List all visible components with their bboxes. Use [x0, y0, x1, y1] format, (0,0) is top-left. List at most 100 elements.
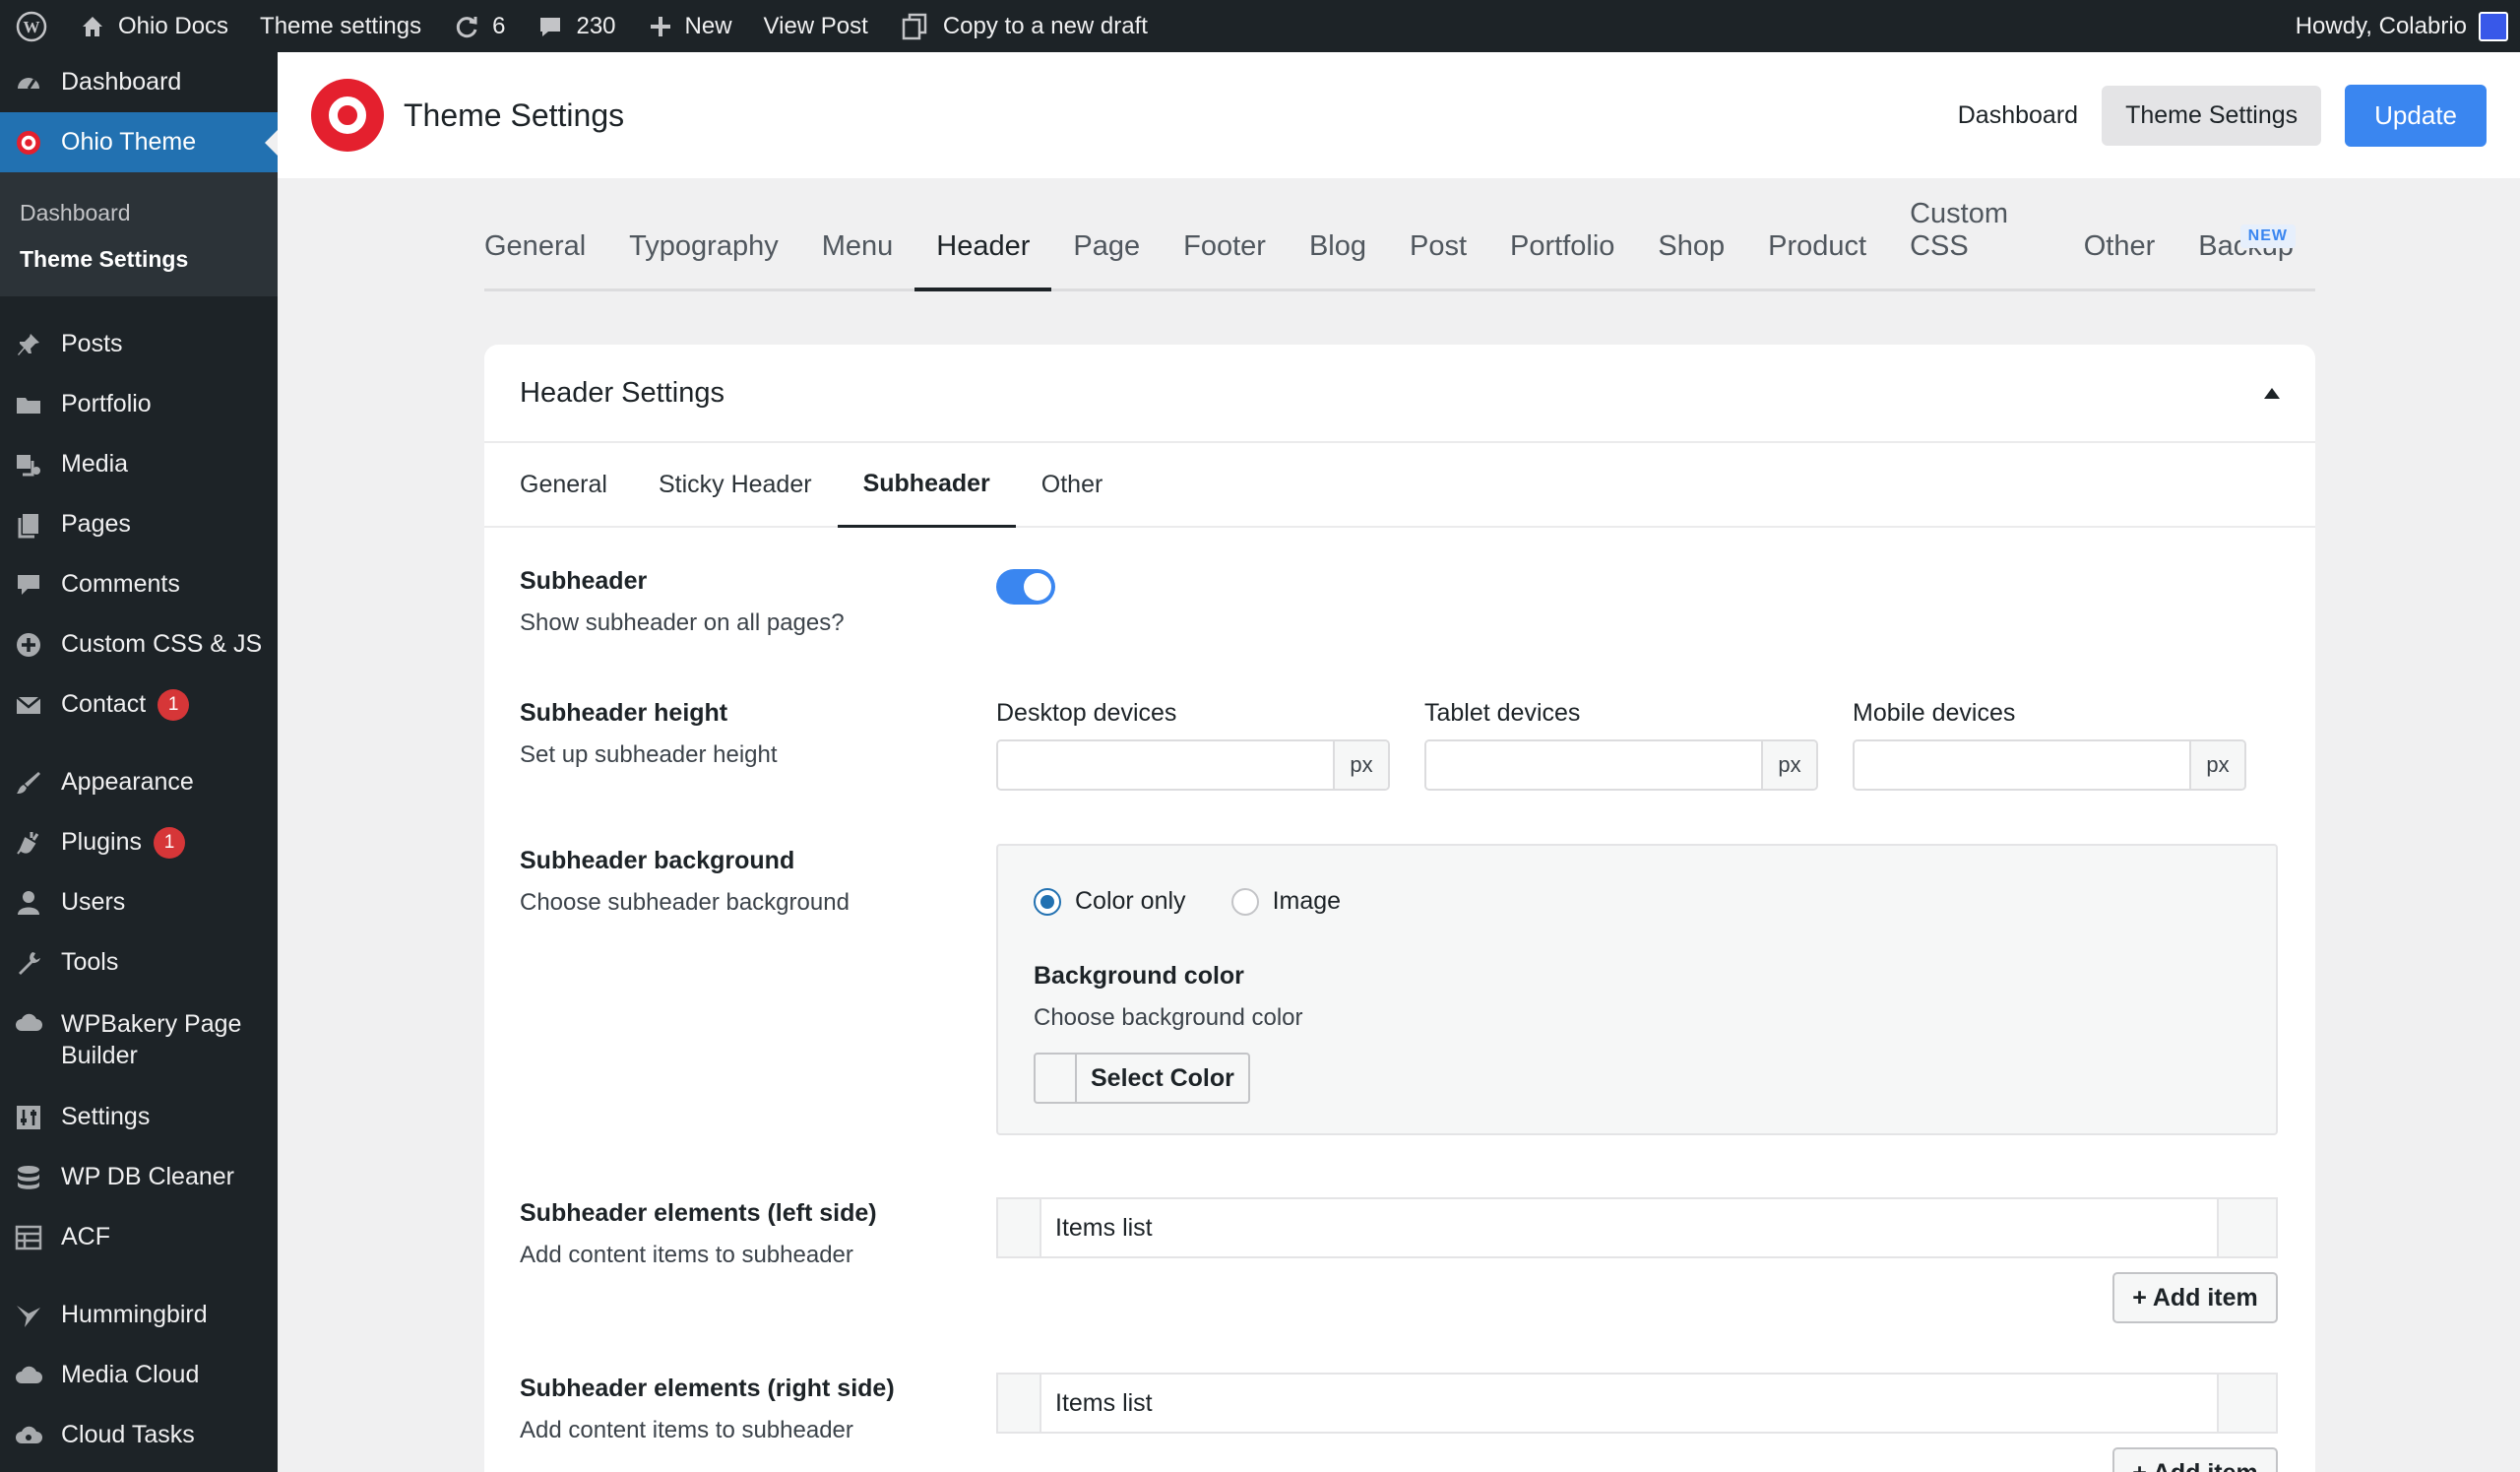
drag-handle[interactable] — [998, 1375, 1041, 1432]
collapse-arrow-icon[interactable] — [2264, 387, 2280, 399]
settings-sliders-icon — [14, 1103, 43, 1132]
tab-page[interactable]: Page — [1051, 230, 1162, 288]
subheader-desc: Show subheader on all pages? — [520, 609, 845, 636]
tab-custom-css[interactable]: Custom CSS — [1888, 198, 2062, 288]
refresh-icon — [457, 16, 477, 37]
sidebar-item-dashboard[interactable]: Dashboard — [0, 52, 278, 112]
right-elements-row: Subheader elements (right side) Add cont… — [520, 1375, 895, 1443]
wrench-icon — [14, 948, 43, 978]
sidebar-item-plugins[interactable]: Plugins 1 — [0, 812, 278, 872]
subtab-subheader[interactable]: Subheader — [837, 443, 1016, 528]
tablet-height-input[interactable] — [1426, 741, 1761, 789]
tab-footer[interactable]: Footer — [1162, 230, 1288, 288]
comments-count: 230 — [576, 12, 616, 39]
submenu-item-theme-settings[interactable]: Theme Settings — [0, 236, 278, 283]
tab-backup[interactable]: NEW Backup — [2176, 224, 2315, 288]
update-button[interactable]: Update — [2345, 84, 2487, 147]
background-color-label: Background color — [1034, 962, 1244, 990]
pages-icon — [14, 510, 43, 540]
ohio-logo — [311, 79, 384, 152]
sidebar-item-media[interactable]: Media — [0, 434, 278, 494]
height-row: Subheader height Set up subheader height — [520, 699, 778, 768]
wordpress-logo-icon: W — [16, 11, 47, 41]
sidebar-item-acf[interactable]: ACF — [0, 1207, 278, 1267]
user-icon — [14, 888, 43, 918]
sidebar-item-wp-db-cleaner[interactable]: WP DB Cleaner — [0, 1147, 278, 1207]
settings-tabs: General Typography Menu Header Page Foot… — [484, 198, 2315, 291]
subheader-toggle[interactable] — [996, 569, 1055, 605]
page-title: Theme Settings — [404, 96, 625, 133]
tab-general[interactable]: General — [484, 230, 607, 288]
tab-header[interactable]: Header — [914, 230, 1052, 291]
sidebar-item-pages[interactable]: Pages — [0, 494, 278, 554]
new-content-link[interactable]: New — [632, 0, 748, 52]
tab-other[interactable]: Other — [2062, 230, 2177, 288]
left-items-list[interactable]: Items list — [996, 1197, 2278, 1258]
sidebar-item-portfolio[interactable]: Portfolio — [0, 374, 278, 434]
updates-count: 6 — [492, 12, 506, 39]
wp-logo-button[interactable]: W — [0, 0, 63, 52]
plugin-icon — [14, 828, 43, 858]
contact-badge: 1 — [158, 688, 190, 721]
tab-product[interactable]: Product — [1746, 230, 1888, 288]
sidebar-item-ohio-theme[interactable]: Ohio Theme — [0, 112, 278, 172]
mobile-height-input[interactable] — [1855, 741, 2189, 789]
sidebar-item-comments[interactable]: Comments — [0, 554, 278, 614]
tab-post[interactable]: Post — [1388, 230, 1488, 288]
subtab-general[interactable]: General — [520, 443, 633, 526]
admin-sidebar: Dashboard Ohio Theme Dashboard Theme Set… — [0, 52, 278, 1472]
add-right-item-button[interactable]: + Add item — [2112, 1447, 2278, 1472]
copy-icon — [902, 13, 927, 39]
sidebar-item-contact[interactable]: Contact 1 — [0, 674, 278, 735]
svg-text:W: W — [24, 18, 40, 36]
color-only-radio[interactable] — [1034, 887, 1061, 916]
mobile-height-group: Mobile devices px — [1853, 699, 2246, 791]
image-radio[interactable] — [1230, 887, 1259, 916]
site-name-link[interactable]: Ohio Docs — [63, 0, 244, 52]
header-subtabs: General Sticky Header Subheader Other — [484, 443, 2315, 528]
card-title: Header Settings — [520, 376, 724, 409]
tab-menu[interactable]: Menu — [800, 230, 915, 288]
tab-portfolio[interactable]: Portfolio — [1488, 230, 1636, 288]
theme-settings-button[interactable]: Theme Settings — [2102, 85, 2322, 146]
tab-shop[interactable]: Shop — [1636, 230, 1746, 288]
sidebar-item-wpbakery[interactable]: WPBakery Page Builder — [0, 992, 278, 1087]
sidebar-item-settings[interactable]: Settings — [0, 1087, 278, 1147]
comments-link[interactable]: 230 — [521, 0, 631, 52]
sidebar-item-users[interactable]: Users — [0, 872, 278, 932]
sidebar-item-custom-css-js[interactable]: Custom CSS & JS — [0, 614, 278, 674]
sidebar-item-media-cloud[interactable]: Media Cloud — [0, 1345, 278, 1405]
submenu-item-dashboard[interactable]: Dashboard — [0, 190, 278, 236]
right-items-list[interactable]: Items list — [996, 1373, 2278, 1434]
plus-circle-icon — [14, 630, 43, 660]
sidebar-item-posts[interactable]: Posts — [0, 314, 278, 374]
card-header[interactable]: Header Settings — [484, 345, 2315, 443]
comment-icon — [540, 17, 561, 36]
sidebar-item-hummingbird[interactable]: Hummingbird — [0, 1285, 278, 1345]
plus-icon — [650, 16, 670, 36]
sidebar-item-cloud-tasks[interactable]: Cloud Tasks — [0, 1405, 278, 1465]
sidebar-item-tools[interactable]: Tools — [0, 932, 278, 992]
desktop-height-group: Desktop devices px — [996, 699, 1390, 791]
database-icon — [14, 1163, 43, 1192]
subtab-other[interactable]: Other — [1016, 443, 1129, 526]
home-icon — [83, 16, 102, 36]
view-post-link[interactable]: View Post — [748, 0, 884, 52]
color-only-label[interactable]: Color only — [1075, 887, 1186, 916]
subtab-sticky-header[interactable]: Sticky Header — [633, 443, 838, 526]
desktop-height-input[interactable] — [998, 741, 1333, 789]
tab-typography[interactable]: Typography — [607, 230, 800, 288]
subheader-row: Subheader Show subheader on all pages? — [520, 567, 845, 637]
theme-settings-link[interactable]: Theme settings — [244, 0, 437, 52]
image-label[interactable]: Image — [1273, 887, 1341, 916]
updates-link[interactable]: 6 — [437, 0, 521, 52]
drag-handle[interactable] — [998, 1199, 1041, 1256]
copy-draft-link[interactable]: Copy to a new draft — [884, 0, 1164, 52]
select-color-button[interactable]: Select Color — [1034, 1053, 1250, 1104]
tab-blog[interactable]: Blog — [1288, 230, 1388, 288]
hummingbird-icon — [14, 1301, 43, 1330]
dashboard-button[interactable]: Dashboard — [1958, 86, 2078, 146]
sidebar-item-appearance[interactable]: Appearance — [0, 752, 278, 812]
add-left-item-button[interactable]: + Add item — [2112, 1272, 2278, 1323]
my-account-link[interactable]: Howdy, Colabrio — [2280, 0, 2520, 52]
